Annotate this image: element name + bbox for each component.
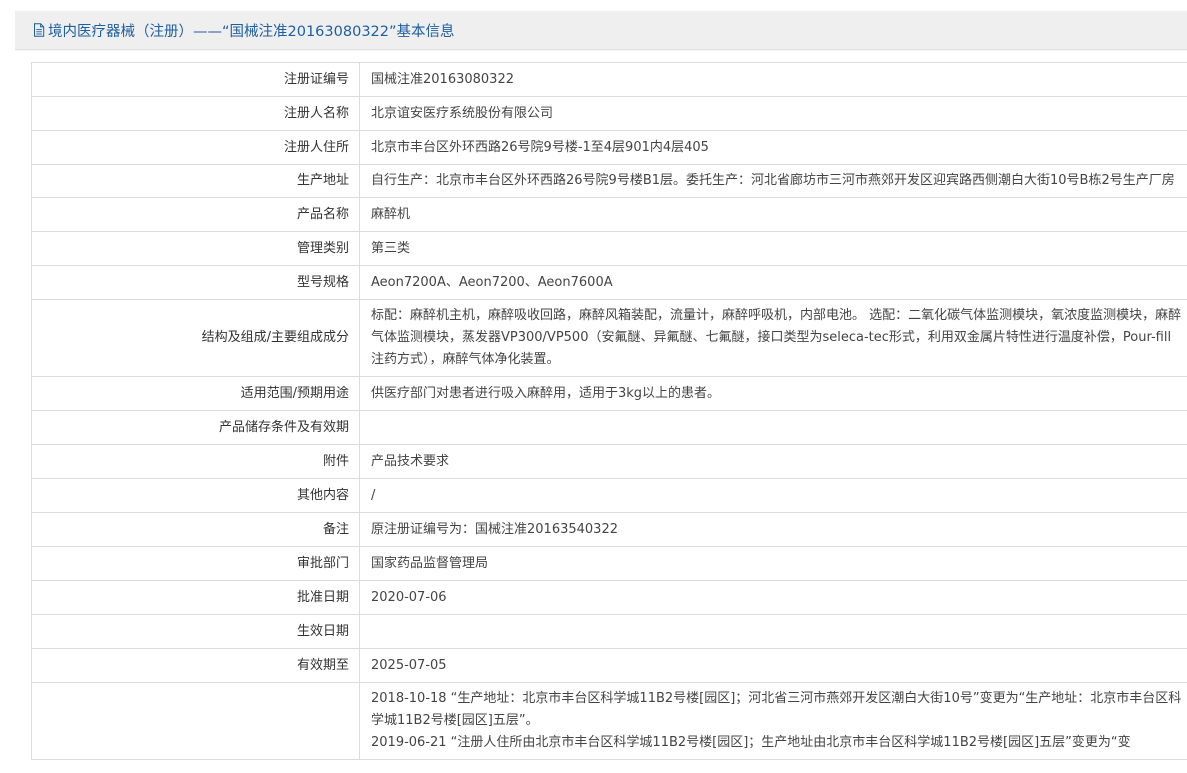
row-value: 国械注准20163080322 xyxy=(359,62,1187,97)
table-row: 注册证编号 国械注准20163080322 xyxy=(31,62,1187,97)
row-label: 注册人名称 xyxy=(31,96,360,131)
table-row: 结构及组成/主要组成成分 标配：麻醉机主机，麻醉吸收回路，麻醉风箱装配，流量计，… xyxy=(31,299,1187,377)
row-label: 注册证编号 xyxy=(31,62,360,97)
row-value: 标配：麻醉机主机，麻醉吸收回路，麻醉风箱装配，流量计，麻醉呼吸机，内部电池。 选… xyxy=(359,299,1187,377)
row-value: 北京市丰台区外环西路26号院9号楼-1至4层901内4层405 xyxy=(359,130,1187,165)
row-value: 供医疗部门对患者进行吸入麻醉用，适用于3kg以上的患者。 xyxy=(359,376,1187,411)
table-row: 其他内容 / xyxy=(31,478,1187,513)
table-row: 备注 原注册证编号为：国械注准20163540322 xyxy=(31,512,1187,547)
table-row: 注册人住所 北京市丰台区外环西路26号院9号楼-1至4层901内4层405 xyxy=(31,130,1187,165)
row-label: 生效日期 xyxy=(31,614,360,649)
table-row: 产品储存条件及有效期 xyxy=(31,410,1187,445)
row-value: 第三类 xyxy=(359,231,1187,266)
panel-body: 注册证编号 国械注准20163080322 注册人名称 北京谊安医疗系统股份有限… xyxy=(15,51,1187,773)
table-row: 适用范围/预期用途 供医疗部门对患者进行吸入麻醉用，适用于3kg以上的患者。 xyxy=(31,376,1187,411)
panel-header: 境内医疗器械（注册）——“国械注准20163080322”基本信息 xyxy=(15,11,1187,50)
table-row: 产品名称 麻醉机 xyxy=(31,197,1187,232)
row-label: 型号规格 xyxy=(31,265,360,300)
page-title: 境内医疗器械（注册）——“国械注准20163080322”基本信息 xyxy=(48,23,455,40)
row-value: Aeon7200A、Aeon7200、Aeon7600A xyxy=(359,265,1187,300)
table-row: 管理类别 第三类 xyxy=(31,231,1187,266)
row-value: 麻醉机 xyxy=(359,197,1187,232)
row-label: 产品名称 xyxy=(31,197,360,232)
row-value: 自行生产：北京市丰台区外环西路26号院9号楼B1层。委托生产：河北省廊坊市三河市… xyxy=(359,164,1187,198)
row-label: 结构及组成/主要组成成分 xyxy=(31,299,360,377)
row-value: 国家药品监督管理局 xyxy=(359,546,1187,581)
table-row: 注册人名称 北京谊安医疗系统股份有限公司 xyxy=(31,96,1187,131)
row-value: 产品技术要求 xyxy=(359,444,1187,479)
table-row: 附件 产品技术要求 xyxy=(31,444,1187,479)
row-value: 原注册证编号为：国械注准20163540322 xyxy=(359,512,1187,547)
table-row-changes: 2018-10-18 “生产地址：北京市丰台区科学城11B2号楼[园区]；河北省… xyxy=(31,682,1187,760)
row-value: / xyxy=(359,478,1187,513)
table-row: 生产地址 自行生产：北京市丰台区外环西路26号院9号楼B1层。委托生产：河北省廊… xyxy=(31,164,1187,198)
row-label: 其他内容 xyxy=(31,478,360,513)
document-icon xyxy=(34,23,45,37)
row-label: 审批部门 xyxy=(31,546,360,581)
table-row: 有效期至 2025-07-05 xyxy=(31,648,1187,683)
table-row: 审批部门 国家药品监督管理局 xyxy=(31,546,1187,581)
change-item: 2018-10-18 “生产地址：北京市丰台区科学城11B2号楼[园区]；河北省… xyxy=(371,691,1182,728)
row-label: 有效期至 xyxy=(31,648,360,683)
row-label: 管理类别 xyxy=(31,231,360,266)
row-label: 产品储存条件及有效期 xyxy=(31,410,360,445)
row-label: 批准日期 xyxy=(31,580,360,615)
info-table: 注册证编号 国械注准20163080322 注册人名称 北京谊安医疗系统股份有限… xyxy=(31,62,1187,760)
row-label: 适用范围/预期用途 xyxy=(31,376,360,411)
row-value: 2025-07-05 xyxy=(359,648,1187,683)
row-label: 附件 xyxy=(31,444,360,479)
row-value xyxy=(359,410,1187,445)
table-row: 批准日期 2020-07-06 xyxy=(31,580,1187,615)
change-history: 2018-10-18 “生产地址：北京市丰台区科学城11B2号楼[园区]；河北省… xyxy=(359,682,1187,760)
row-label: 生产地址 xyxy=(31,164,360,198)
row-label xyxy=(31,682,360,760)
table-row: 型号规格 Aeon7200A、Aeon7200、Aeon7600A xyxy=(31,265,1187,300)
row-label: 注册人住所 xyxy=(31,130,360,165)
row-value xyxy=(359,614,1187,649)
row-label: 备注 xyxy=(31,512,360,547)
table-row: 生效日期 xyxy=(31,614,1187,649)
row-value: 北京谊安医疗系统股份有限公司 xyxy=(359,96,1187,131)
row-value: 2020-07-06 xyxy=(359,580,1187,615)
info-panel: 境内医疗器械（注册）——“国械注准20163080322”基本信息 注册证编号 … xyxy=(15,11,1187,773)
change-item: 2019-06-21 “注册人住所由北京市丰台区科学城11B2号楼[园区]；生产… xyxy=(371,735,1131,750)
